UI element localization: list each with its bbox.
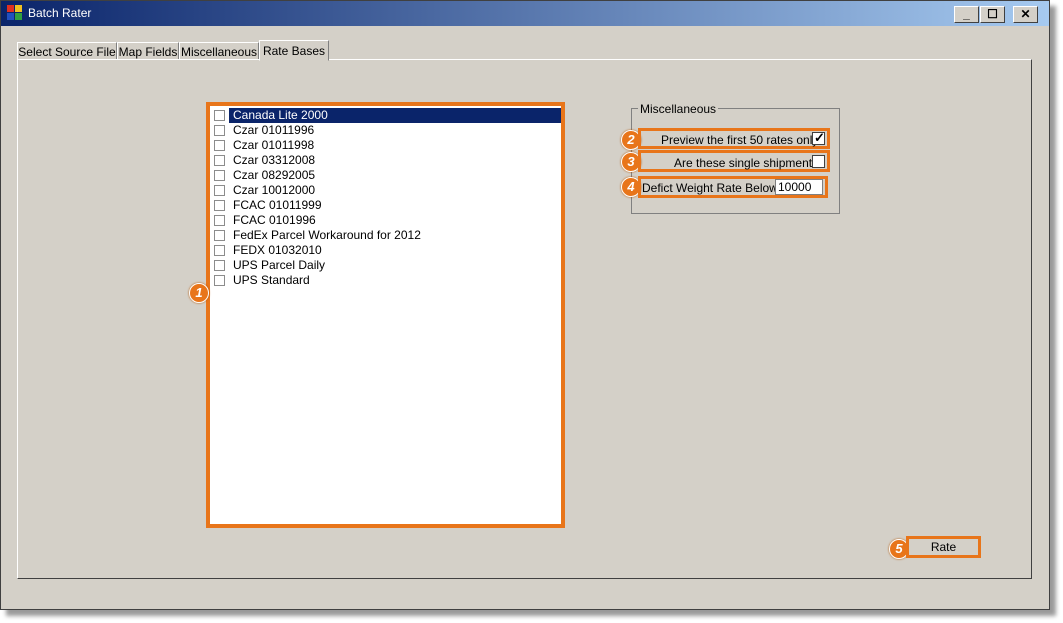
single-shipments-checkbox[interactable] — [812, 155, 825, 168]
deficit-weight-input[interactable] — [775, 179, 823, 195]
list-item-checkbox[interactable] — [214, 140, 225, 151]
list-item[interactable]: FedEx Parcel Workaround for 2012 — [212, 228, 561, 243]
rate-button-label: Rate — [930, 540, 957, 554]
list-item-label: Czar 01011996 — [233, 123, 315, 137]
list-item-checkbox[interactable] — [214, 185, 225, 196]
tab-label: Rate Bases — [262, 44, 326, 58]
miscellaneous-group-title: Miscellaneous — [638, 102, 719, 116]
list-item-label: UPS Standard — [233, 273, 310, 287]
tab-label: Select Source File — [18, 45, 116, 59]
batch-rater-window: Batch Rater _ ☐ ✕ Select Source File Map… — [0, 0, 1050, 610]
list-item-checkbox[interactable] — [214, 200, 225, 211]
close-button[interactable]: ✕ — [1013, 6, 1038, 23]
close-icon: ✕ — [1020, 7, 1031, 21]
maximize-icon: ☐ — [987, 7, 998, 21]
list-item[interactable]: Czar 01011998 — [212, 138, 561, 153]
list-item-checkbox[interactable] — [214, 170, 225, 181]
list-item[interactable]: Czar 10012000 — [212, 183, 561, 198]
list-item[interactable]: FCAC 01011999 — [212, 198, 561, 213]
tab-label: Miscellaneous — [180, 45, 258, 59]
list-item-label: UPS Parcel Daily — [233, 258, 326, 272]
tab-label: Map Fields — [118, 45, 178, 59]
checkmark-icon: ✓ — [814, 130, 825, 145]
tab-select-source-file[interactable]: Select Source File — [17, 42, 117, 60]
list-item-checkbox[interactable] — [214, 110, 225, 121]
list-item[interactable]: Czar 08292005 — [212, 168, 561, 183]
list-item-checkbox[interactable] — [214, 245, 225, 256]
list-item-label: FCAC 0101996 — [233, 213, 316, 227]
list-item-checkbox[interactable] — [214, 125, 225, 136]
tab-miscellaneous[interactable]: Miscellaneous — [179, 42, 259, 60]
deficit-weight-label: Defict Weight Rate Below — [642, 181, 778, 195]
title-bar[interactable]: Batch Rater _ ☐ ✕ — [1, 1, 1049, 26]
list-item[interactable]: FCAC 0101996 — [212, 213, 561, 228]
list-item-checkbox[interactable] — [214, 260, 225, 271]
list-item-label: FCAC 01011999 — [233, 198, 322, 212]
preview-checkbox[interactable]: ✓ — [812, 130, 825, 145]
list-item[interactable]: Czar 03312008 — [212, 153, 561, 168]
list-item-label: Czar 01011998 — [233, 138, 315, 152]
tab-map-fields[interactable]: Map Fields — [117, 42, 179, 60]
list-item-label: Czar 10012000 — [233, 183, 316, 197]
list-item[interactable]: UPS Parcel Daily — [212, 258, 561, 273]
maximize-button[interactable]: ☐ — [980, 6, 1005, 23]
preview-label: Preview the first 50 rates only? — [661, 133, 826, 147]
list-item-label: Czar 03312008 — [233, 153, 316, 167]
app-icon — [7, 5, 23, 21]
single-shipments-label: Are these single shipments? — [674, 156, 825, 170]
list-item-checkbox[interactable] — [214, 155, 225, 166]
list-item-checkbox[interactable] — [214, 275, 225, 286]
tab-rate-bases[interactable]: Rate Bases — [259, 40, 329, 61]
list-item-checkbox[interactable] — [214, 230, 225, 241]
list-item[interactable]: Canada Lite 2000 — [212, 108, 561, 123]
list-item-label: Canada Lite 2000 — [229, 108, 561, 123]
callout-badge-1: 1 — [189, 283, 209, 303]
rate-bases-list[interactable]: Canada Lite 2000 Czar 01011996 Czar 010119… — [206, 102, 565, 528]
minimize-icon: _ — [963, 7, 970, 21]
list-item[interactable]: UPS Standard — [212, 273, 561, 288]
list-item-label: FedEx Parcel Workaround for 2012 — [233, 228, 421, 242]
list-item[interactable]: Czar 01011996 — [212, 123, 561, 138]
list-item-checkbox[interactable] — [214, 215, 225, 226]
list-item[interactable]: FEDX 01032010 — [212, 243, 561, 258]
list-item-label: FEDX 01032010 — [233, 243, 322, 257]
window-title: Batch Rater — [28, 6, 92, 20]
list-item-label: Czar 08292005 — [233, 168, 316, 182]
minimize-button[interactable]: _ — [954, 6, 979, 23]
rate-button[interactable]: Rate — [906, 536, 981, 558]
